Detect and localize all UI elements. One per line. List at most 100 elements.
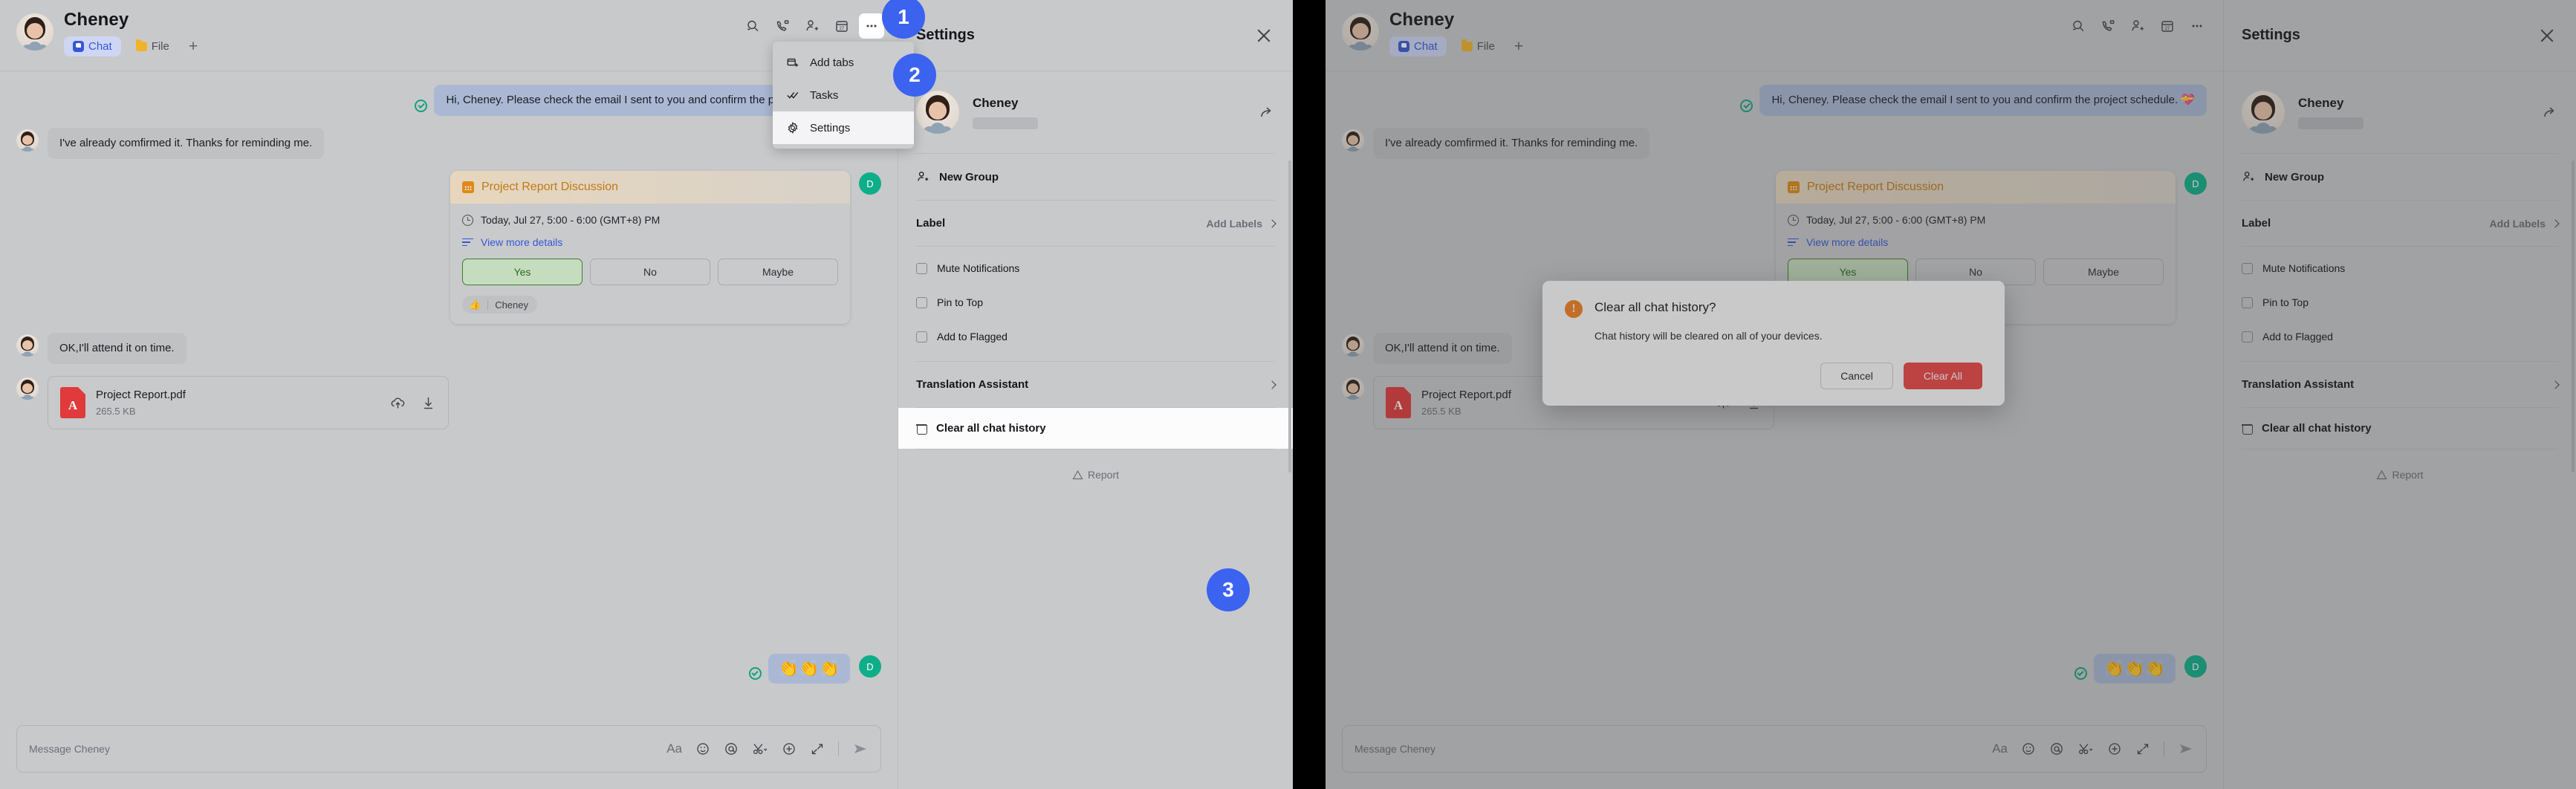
screenshot-icon[interactable] [752, 741, 768, 756]
format-text-icon[interactable]: Aa [666, 741, 682, 756]
emoji-message-bubble: 👏👏👏 [2093, 654, 2176, 684]
checkbox-label: Add to Flagged [937, 331, 1008, 342]
meeting-invite-card[interactable]: Project Report Discussion Today, Jul 27,… [450, 171, 850, 324]
attach-plus-icon[interactable] [782, 741, 797, 756]
share-icon[interactable] [1259, 104, 1275, 120]
rsvp-maybe-button[interactable]: Maybe [2043, 259, 2164, 285]
search-icon[interactable] [740, 13, 765, 39]
checkbox-add-to-flagged[interactable]: Add to Flagged [2242, 319, 2558, 354]
clear-all-button[interactable]: Clear All [1903, 363, 1982, 389]
checkbox-label: Add to Flagged [2262, 331, 2333, 342]
label-row[interactable]: Label Add Labels [916, 201, 1276, 246]
file-attachment-card[interactable]: Project Report.pdf 265.5 KB [48, 376, 449, 429]
message-input[interactable]: Message Cheney [29, 743, 666, 755]
svg-text:27: 27 [2165, 27, 2170, 31]
meeting-card-body: Today, Jul 27, 5:00 - 6:00 (GMT+8) PM Vi… [450, 204, 850, 324]
composer-tools: Aa [1992, 741, 2194, 756]
tab-file[interactable]: File [127, 36, 178, 56]
svg-text:27: 27 [840, 27, 845, 31]
chat-header-actions: 27 [740, 13, 884, 39]
emoji-icon[interactable] [695, 741, 710, 756]
dialog-title: Clear all chat history? [1594, 300, 1716, 314]
message-bubble-incoming: OK,I'll attend it on time. [48, 333, 186, 364]
composer-box[interactable]: Message Cheney Aa [1342, 725, 2207, 773]
translation-assistant-row[interactable]: Translation Assistant [916, 362, 1276, 407]
mention-icon[interactable] [724, 741, 739, 756]
rsvp-maybe-button[interactable]: Maybe [718, 259, 838, 285]
settings-scrollbar[interactable] [2572, 160, 2575, 473]
add-tab-button[interactable]: + [1510, 39, 1528, 54]
close-icon[interactable] [1253, 25, 1275, 47]
message-input[interactable]: Message Cheney [1354, 743, 1992, 755]
menu-item-settings[interactable]: Settings [773, 111, 914, 144]
more-options-icon[interactable] [2184, 13, 2210, 39]
tab-chat[interactable]: Chat [64, 36, 121, 56]
mention-icon[interactable] [2049, 741, 2064, 756]
video-call-icon[interactable] [2095, 13, 2121, 39]
checkbox-mute-notifications[interactable]: Mute Notifications [2242, 251, 2558, 285]
message-composer: Message Cheney Aa [0, 715, 898, 789]
menu-label: Tasks [810, 88, 839, 102]
download-icon[interactable] [421, 395, 436, 411]
chat-tabs: Chat File + [64, 36, 202, 56]
checkbox-mute-notifications[interactable]: Mute Notifications [916, 251, 1275, 285]
composer-box[interactable]: Message Cheney Aa [16, 725, 881, 773]
tab-file[interactable]: File [1453, 36, 1504, 56]
tab-chat[interactable]: Chat [1389, 36, 1447, 56]
add-member-icon[interactable] [2125, 13, 2150, 39]
attach-plus-icon[interactable] [2107, 741, 2122, 756]
settings-scrollbar[interactable] [1288, 160, 1291, 473]
translation-assistant-label: Translation Assistant [2242, 378, 2355, 391]
close-icon[interactable] [2536, 25, 2558, 47]
profile-subtitle-redacted [2298, 117, 2364, 129]
divider [838, 741, 839, 756]
new-group-left: New Group [2242, 170, 2324, 184]
clear-all-chat-history-row[interactable]: Clear all chat history [2242, 408, 2558, 449]
emoji-icon[interactable] [2021, 741, 2036, 756]
label-row[interactable]: Label Add Labels [2242, 201, 2560, 246]
message-row-incoming: I've already comfirmed it. Thanks for re… [1342, 128, 2207, 159]
save-to-cloud-icon[interactable] [390, 395, 406, 411]
emoji-message-bubble: 👏👏👏 [768, 654, 850, 684]
new-group-row[interactable]: New Group [2242, 154, 2558, 200]
panel-modal-confirm: Cheney Chat File + 27 Hi, Cheney. Please… [1326, 0, 2576, 789]
rsvp-yes-button[interactable]: Yes [462, 259, 583, 285]
profile-section: Cheney [2242, 71, 2558, 153]
add-tab-button[interactable]: + [184, 39, 202, 54]
reaction-chip[interactable]: 👍 Cheney [462, 296, 537, 314]
send-icon[interactable] [852, 741, 869, 756]
expand-icon[interactable] [810, 741, 825, 756]
share-icon[interactable] [2542, 104, 2558, 120]
checkbox-pin-to-top[interactable]: Pin to Top [916, 285, 1275, 319]
warning-triangle-icon [2376, 470, 2388, 480]
translation-assistant-row[interactable]: Translation Assistant [2242, 362, 2560, 407]
expand-icon[interactable] [2135, 741, 2150, 756]
report-button[interactable]: Report [916, 449, 1275, 500]
more-options-icon[interactable] [859, 13, 884, 39]
rsvp-no-button[interactable]: No [590, 259, 710, 285]
cancel-button[interactable]: Cancel [1820, 363, 1893, 389]
view-more-details-link[interactable]: View more details [462, 236, 838, 248]
screenshot-icon[interactable] [2077, 741, 2094, 756]
checkbox-pin-to-top[interactable]: Pin to Top [2242, 285, 2558, 319]
view-more-details-link[interactable]: View more details [1788, 236, 2164, 248]
add-member-icon[interactable] [799, 13, 825, 39]
checkbox-add-to-flagged[interactable]: Add to Flagged [916, 319, 1275, 354]
message-row-incoming-2: OK,I'll attend it on time. [16, 333, 881, 364]
profile-info: Cheney [2298, 96, 2528, 129]
format-text-icon[interactable]: Aa [1992, 741, 2008, 756]
menu-item-tasks[interactable]: Tasks [773, 79, 914, 111]
message-bubble-outgoing: Hi, Cheney. Please check the email I sen… [1759, 85, 2207, 116]
report-button[interactable]: Report [2242, 449, 2558, 500]
send-icon[interactable] [2178, 741, 2194, 756]
tab-file-label: File [151, 40, 169, 53]
new-group-row[interactable]: New Group [916, 154, 1275, 200]
search-icon[interactable] [2066, 13, 2091, 39]
chevron-right-icon [2551, 218, 2560, 228]
details-lines-icon [1788, 238, 1799, 247]
calendar-icon[interactable]: 27 [829, 13, 854, 39]
clear-all-chat-history-row[interactable]: Clear all chat history [898, 408, 1293, 449]
rsvp-buttons: Yes No Maybe [462, 259, 838, 285]
calendar-icon[interactable]: 27 [2155, 13, 2180, 39]
video-call-icon[interactable] [770, 13, 795, 39]
